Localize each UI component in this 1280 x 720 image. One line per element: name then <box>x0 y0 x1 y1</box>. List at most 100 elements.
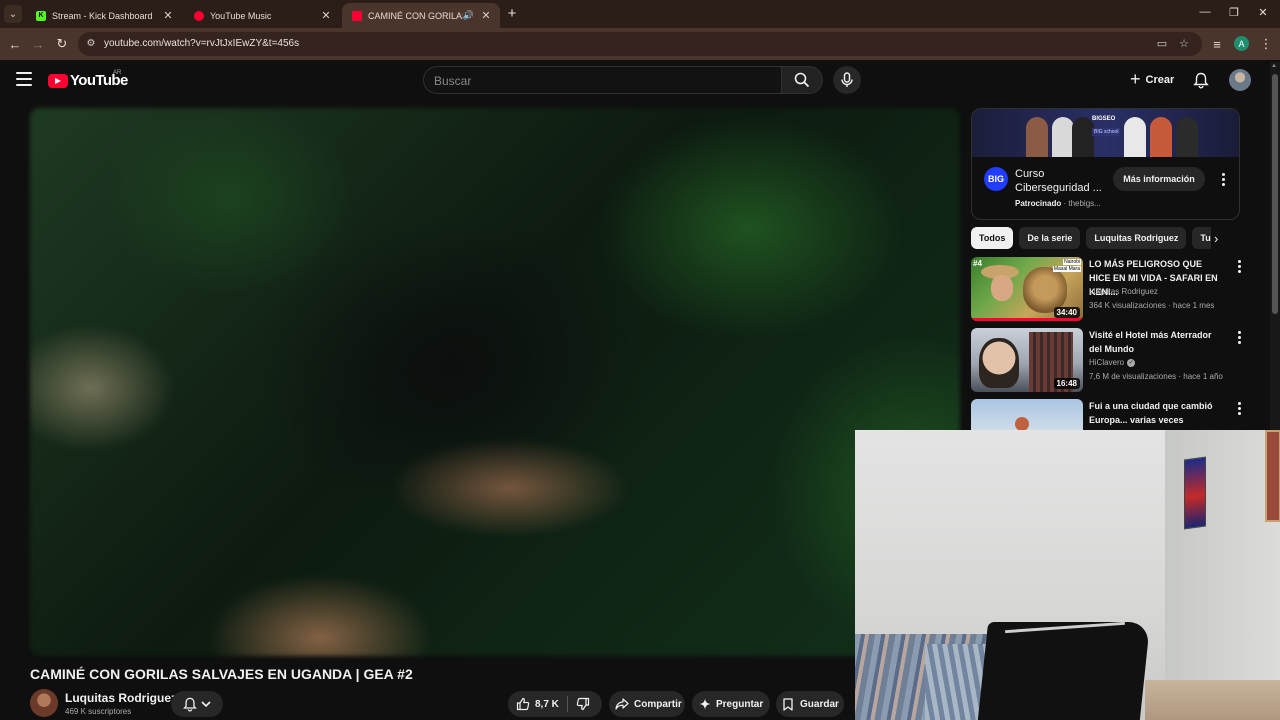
tab-close-icon[interactable]: ✕ <box>320 9 332 22</box>
video-channel: HiClavero ✓ <box>1089 358 1136 367</box>
like-button[interactable] <box>516 697 530 711</box>
browser-tab-strip: ⌄ K Stream - Kick Dashboard ✕ YouTube Mu… <box>0 0 1280 28</box>
tab-close-icon[interactable]: ✕ <box>480 9 492 22</box>
country-code: AR <box>113 70 122 76</box>
tab-title: CAMINÉ CON GORILAS SALVAJ <box>368 10 463 21</box>
ad-title[interactable]: Curso Ciberseguridad ... <box>1015 167 1105 195</box>
video-title[interactable]: Visité el Hotel más Aterrador del Mundo <box>1089 328 1219 356</box>
thumbs-up-icon <box>516 697 530 711</box>
tab-title: Stream - Kick Dashboard <box>52 10 153 21</box>
share-arrow-icon <box>615 698 629 710</box>
ad-banner-tag: BIGSEO <box>1092 116 1116 122</box>
video-player[interactable] <box>30 108 960 656</box>
create-button[interactable]: + Crear <box>1124 66 1184 94</box>
like-divider <box>566 696 568 712</box>
cast-icon[interactable]: ▭ <box>1155 37 1169 51</box>
voice-search-button[interactable] <box>833 66 861 94</box>
tab-search-chevron-icon[interactable]: ⌄ <box>4 5 22 23</box>
channel-name[interactable]: Luquitas Rodriguez <box>1089 287 1158 296</box>
browser-profile-avatar[interactable]: A <box>1234 36 1249 51</box>
wall-poster <box>1184 456 1206 530</box>
hamburger-menu-icon[interactable] <box>16 72 32 86</box>
bell-icon <box>183 697 197 711</box>
save-button[interactable]: Guardar <box>776 691 844 717</box>
dislike-button[interactable] <box>576 697 590 711</box>
subscription-bell-button[interactable] <box>171 691 223 717</box>
kick-favicon-icon: K <box>36 10 46 21</box>
video-more-options-icon[interactable] <box>1233 402 1245 415</box>
youtube-favicon-icon <box>352 10 362 21</box>
advertiser-logo[interactable]: BIG <box>984 167 1008 191</box>
tab-close-icon[interactable]: ✕ <box>162 9 174 22</box>
video-meta: 364 K visualizaciones · hace 1 mes <box>1089 301 1215 310</box>
episode-badge: #4 <box>973 259 982 268</box>
scroll-up-arrow-icon[interactable]: ▲ <box>1271 63 1277 69</box>
thumbnail-tag-nairobi: Nairobi <box>1063 259 1081 265</box>
watch-progress-bar <box>971 318 1083 321</box>
close-window-icon[interactable]: ✕ <box>1255 6 1271 19</box>
video-title[interactable]: Fui a una ciudad que cambió Europa... va… <box>1089 399 1219 427</box>
channel-name[interactable]: Luquitas Rodriguez <box>65 691 177 705</box>
sponsored-label: Patrocinado <box>1015 199 1062 208</box>
gaming-chair <box>977 622 1151 720</box>
video-more-options-icon[interactable] <box>1233 260 1245 273</box>
wall-frame <box>1265 430 1280 522</box>
video-more-options-icon[interactable] <box>1233 331 1245 344</box>
recommended-video[interactable]: #4 Nairobi Masai Mara 34:40 LO MÁS PELIG… <box>971 257 1241 325</box>
site-info-icon[interactable]: ⚙ <box>84 37 98 51</box>
filter-chips: Todos De la serie Luquitas Rodriguez Tu <box>971 227 1211 249</box>
video-channel: Luquitas Rodriguez <box>1089 287 1158 296</box>
minimize-window-icon[interactable]: — <box>1197 6 1213 18</box>
notifications-button[interactable] <box>1190 69 1212 91</box>
new-tab-button[interactable]: + <box>504 5 520 23</box>
chevron-down-icon <box>201 701 211 708</box>
recommended-video[interactable]: 16:48 Visité el Hotel más Aterrador del … <box>971 328 1241 396</box>
audio-playing-icon[interactable]: 🔊 <box>463 10 474 21</box>
tab-youtube-music[interactable]: YouTube Music ✕ <box>184 3 340 28</box>
search-box <box>423 66 782 94</box>
share-label: Compartir <box>634 698 682 710</box>
url-text[interactable]: youtube.com/watch?v=rvJtJxIEwZY&t=456s <box>104 38 299 49</box>
browser-toolbar: ← → ↻ ⚙ youtube.com/watch?v=rvJtJxIEwZY&… <box>0 28 1280 60</box>
search-input[interactable] <box>434 73 764 89</box>
reload-icon[interactable]: ↻ <box>53 35 71 53</box>
channel-avatar[interactable] <box>30 689 58 717</box>
bookmark-icon <box>783 697 793 711</box>
video-meta: 7,6 M de visualizaciones · hace 1 año <box>1089 372 1223 381</box>
tab-active-video[interactable]: CAMINÉ CON GORILAS SALVAJ 🔊 ✕ <box>342 3 500 28</box>
account-avatar[interactable] <box>1229 69 1251 91</box>
chip-todos[interactable]: Todos <box>971 227 1014 249</box>
ad-banner-image[interactable]: BIGSEO BIG school <box>972 109 1239 157</box>
subscriber-count: 469 K suscriptores <box>65 707 132 716</box>
tab-kick-dashboard[interactable]: K Stream - Kick Dashboard ✕ <box>26 3 182 28</box>
ask-button[interactable]: Preguntar <box>692 691 770 717</box>
webcam-overlay <box>855 430 1280 720</box>
more-info-button[interactable]: Más información <box>1113 167 1205 191</box>
video-thumbnail[interactable]: #4 Nairobi Masai Mara 34:40 <box>971 257 1083 321</box>
bookmark-star-icon[interactable]: ☆ <box>1177 37 1191 51</box>
plus-icon: + <box>1130 68 1141 89</box>
thumbnail-tag-masai-mara: Masai Mara <box>1052 266 1081 272</box>
browser-menu-icon[interactable]: ⋮ <box>1257 35 1275 53</box>
sponsored-ad-card[interactable]: BIGSEO BIG school BIG Curso Cibersegurid… <box>971 108 1240 220</box>
tab-title: YouTube Music <box>210 10 272 21</box>
ad-sponsored-line: Patrocinado · thebigs... <box>1015 199 1101 208</box>
video-title: CAMINÉ CON GORILAS SALVAJES EN UGANDA | … <box>30 666 413 682</box>
forward-arrow-icon[interactable]: → <box>29 35 47 53</box>
share-button[interactable]: Compartir <box>609 691 685 717</box>
chip-channel[interactable]: Luquitas Rodriguez <box>1086 227 1187 249</box>
address-bar[interactable]: ⚙ youtube.com/watch?v=rvJtJxIEwZY&t=456s… <box>78 32 1202 56</box>
create-label: Crear <box>1145 74 1175 86</box>
chip-tu[interactable]: Tu <box>1192 227 1211 249</box>
scrollbar-thumb[interactable] <box>1272 74 1278 314</box>
ad-more-options-icon[interactable] <box>1217 173 1229 186</box>
back-arrow-icon[interactable]: ← <box>6 35 24 53</box>
restore-window-icon[interactable]: ❐ <box>1226 6 1242 19</box>
video-thumbnail[interactable]: 16:48 <box>971 328 1083 392</box>
chip-de-la-serie[interactable]: De la serie <box>1019 227 1081 249</box>
channel-name[interactable]: HiClavero <box>1089 358 1124 367</box>
chips-next-arrow-icon[interactable]: › <box>1214 231 1218 246</box>
ask-label: Preguntar <box>716 698 764 710</box>
media-control-icon[interactable]: ≡ <box>1208 35 1226 53</box>
search-button[interactable] <box>781 66 823 94</box>
